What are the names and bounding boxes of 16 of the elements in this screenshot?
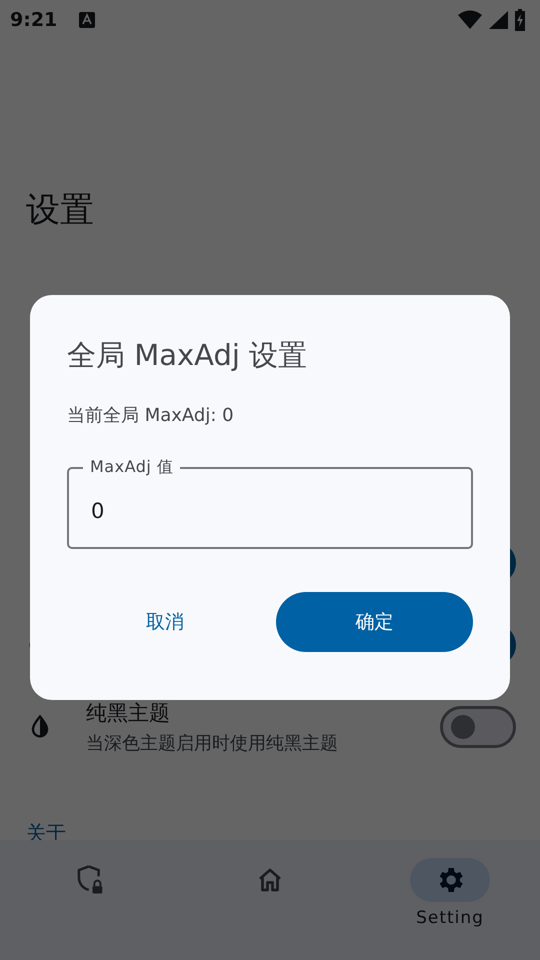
nav-item[interactable] [410, 858, 490, 902]
setting-title: 纯黑主题 [86, 700, 171, 727]
cancel-button[interactable]: 取消 [67, 592, 263, 652]
setting-description: 当深色主题启用时使用纯黑主题 [86, 732, 339, 755]
toggle-switch[interactable] [440, 706, 516, 748]
dialog-message: 当前全局 MaxAdj: 0 [67, 404, 234, 427]
status-time: 9:21 [10, 9, 58, 31]
shield-lock-icon [75, 864, 105, 896]
keyboard-notification-icon [79, 12, 96, 28]
signal-icon [488, 10, 508, 30]
wifi-icon [458, 10, 482, 30]
dialog-title: 全局 MaxAdj 设置 [67, 337, 308, 374]
field-label: MaxAdj 值 [83, 457, 180, 477]
battery-charging-icon [514, 9, 526, 31]
page-title: 设置 [26, 189, 95, 232]
confirm-button[interactable]: 确定 [276, 592, 473, 652]
